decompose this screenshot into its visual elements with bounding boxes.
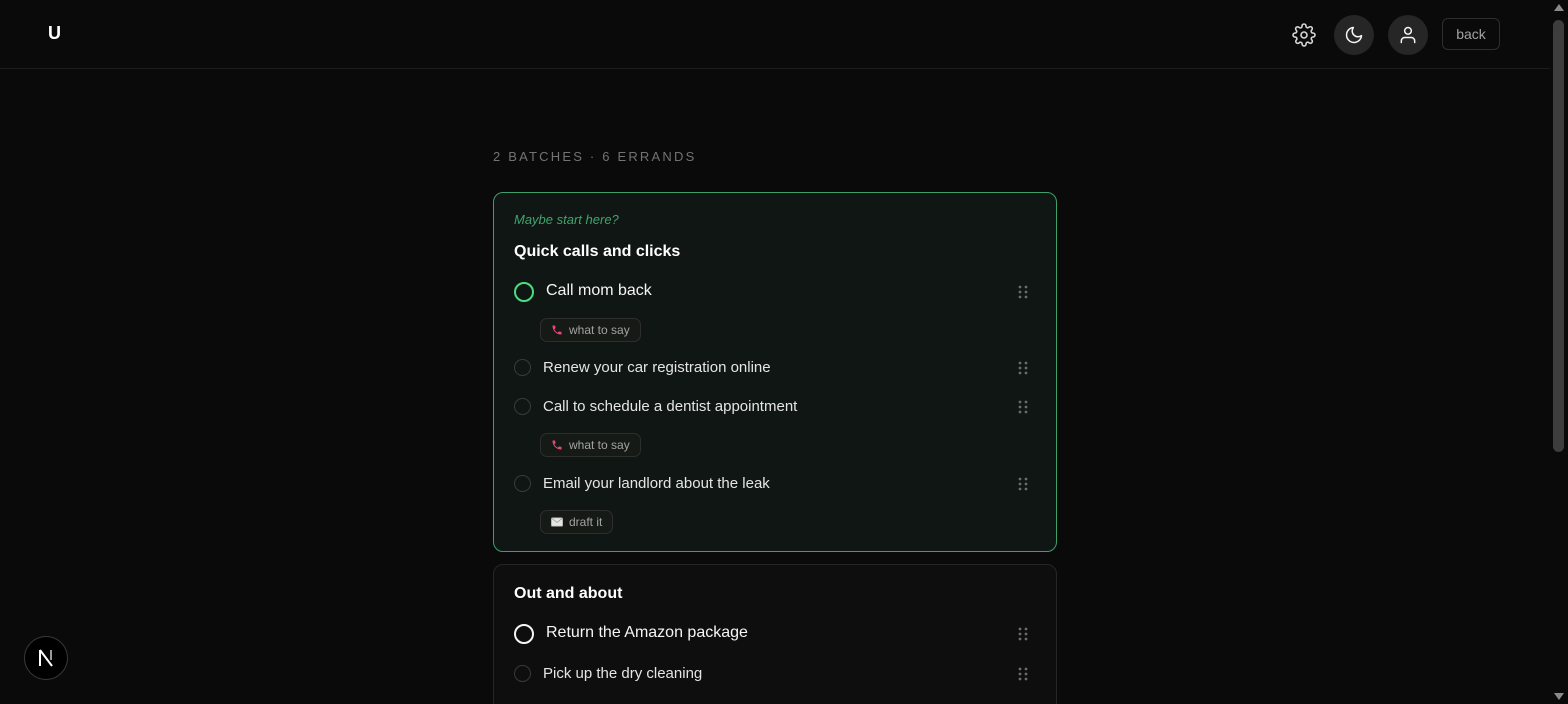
what-to-say-chip[interactable]: what to say bbox=[540, 318, 641, 342]
errand-checkbox[interactable] bbox=[514, 282, 534, 302]
errand-label[interactable]: Call mom back bbox=[546, 282, 652, 300]
drag-handle-icon[interactable] bbox=[1018, 400, 1028, 414]
errand-checkbox[interactable] bbox=[514, 398, 531, 415]
errand-label[interactable]: Renew your car registration online bbox=[543, 359, 771, 376]
theme-toggle-button[interactable] bbox=[1334, 15, 1374, 55]
batch-title: Quick calls and clicks bbox=[514, 243, 681, 260]
errand-checkbox[interactable] bbox=[514, 665, 531, 682]
errand-item: Return the Amazon package bbox=[494, 619, 1056, 649]
chip-label: draft it bbox=[569, 515, 603, 529]
errand-item: Renew your car registration online bbox=[494, 353, 1056, 383]
draft-it-chip[interactable]: draft it bbox=[540, 510, 614, 534]
errand-item: Email your landlord about the leak bbox=[494, 469, 1056, 499]
suggestion-label: Maybe start here? bbox=[514, 212, 619, 227]
drag-handle-icon[interactable] bbox=[1018, 477, 1028, 491]
what-to-say-chip[interactable]: what to say bbox=[540, 433, 641, 457]
profile-button[interactable] bbox=[1388, 15, 1428, 55]
errand-checkbox[interactable] bbox=[514, 475, 531, 492]
scroll-down-arrow-icon[interactable] bbox=[1554, 693, 1564, 700]
errand-label[interactable]: Email your landlord about the leak bbox=[543, 475, 770, 492]
batch-title: Out and about bbox=[514, 585, 623, 602]
drag-handle-icon[interactable] bbox=[1018, 361, 1028, 375]
errand-item: Call mom back bbox=[494, 277, 1056, 307]
errand-item: Pick up the dry cleaning bbox=[494, 659, 1056, 689]
settings-button[interactable] bbox=[1284, 15, 1324, 55]
chip-label: what to say bbox=[569, 438, 630, 452]
phone-icon bbox=[551, 324, 563, 336]
back-button[interactable]: back bbox=[1442, 18, 1500, 50]
chip-label: what to say bbox=[569, 323, 630, 337]
errand-checkbox[interactable] bbox=[514, 624, 534, 644]
phone-icon bbox=[551, 439, 563, 451]
app-logo[interactable]: U bbox=[48, 23, 61, 44]
gear-icon bbox=[1292, 23, 1316, 47]
drag-handle-icon[interactable] bbox=[1018, 627, 1028, 641]
page-scrollbar[interactable] bbox=[1550, 0, 1568, 704]
errand-checkbox[interactable] bbox=[514, 359, 531, 376]
top-bar: U back bbox=[0, 0, 1550, 69]
nextjs-logo-icon bbox=[39, 649, 53, 667]
nextjs-dev-badge[interactable] bbox=[24, 636, 68, 680]
drag-handle-icon[interactable] bbox=[1018, 667, 1028, 681]
scroll-thumb[interactable] bbox=[1553, 20, 1564, 452]
errands-summary: 2 BATCHES · 6 ERRANDS bbox=[493, 149, 697, 164]
scroll-up-arrow-icon[interactable] bbox=[1554, 4, 1564, 11]
user-icon bbox=[1400, 26, 1416, 44]
moon-icon bbox=[1345, 26, 1363, 44]
batch-card-quick-calls: Maybe start here? Quick calls and clicks… bbox=[493, 192, 1057, 552]
errand-item: Call to schedule a dentist appointment bbox=[494, 392, 1056, 422]
errand-label[interactable]: Return the Amazon package bbox=[546, 624, 748, 642]
errand-label[interactable]: Call to schedule a dentist appointment bbox=[543, 398, 797, 415]
drag-handle-icon[interactable] bbox=[1018, 285, 1028, 299]
envelope-icon bbox=[551, 516, 563, 528]
errand-label[interactable]: Pick up the dry cleaning bbox=[543, 665, 702, 682]
batch-card-out-and-about: Out and about Return the Amazon package … bbox=[493, 564, 1057, 704]
